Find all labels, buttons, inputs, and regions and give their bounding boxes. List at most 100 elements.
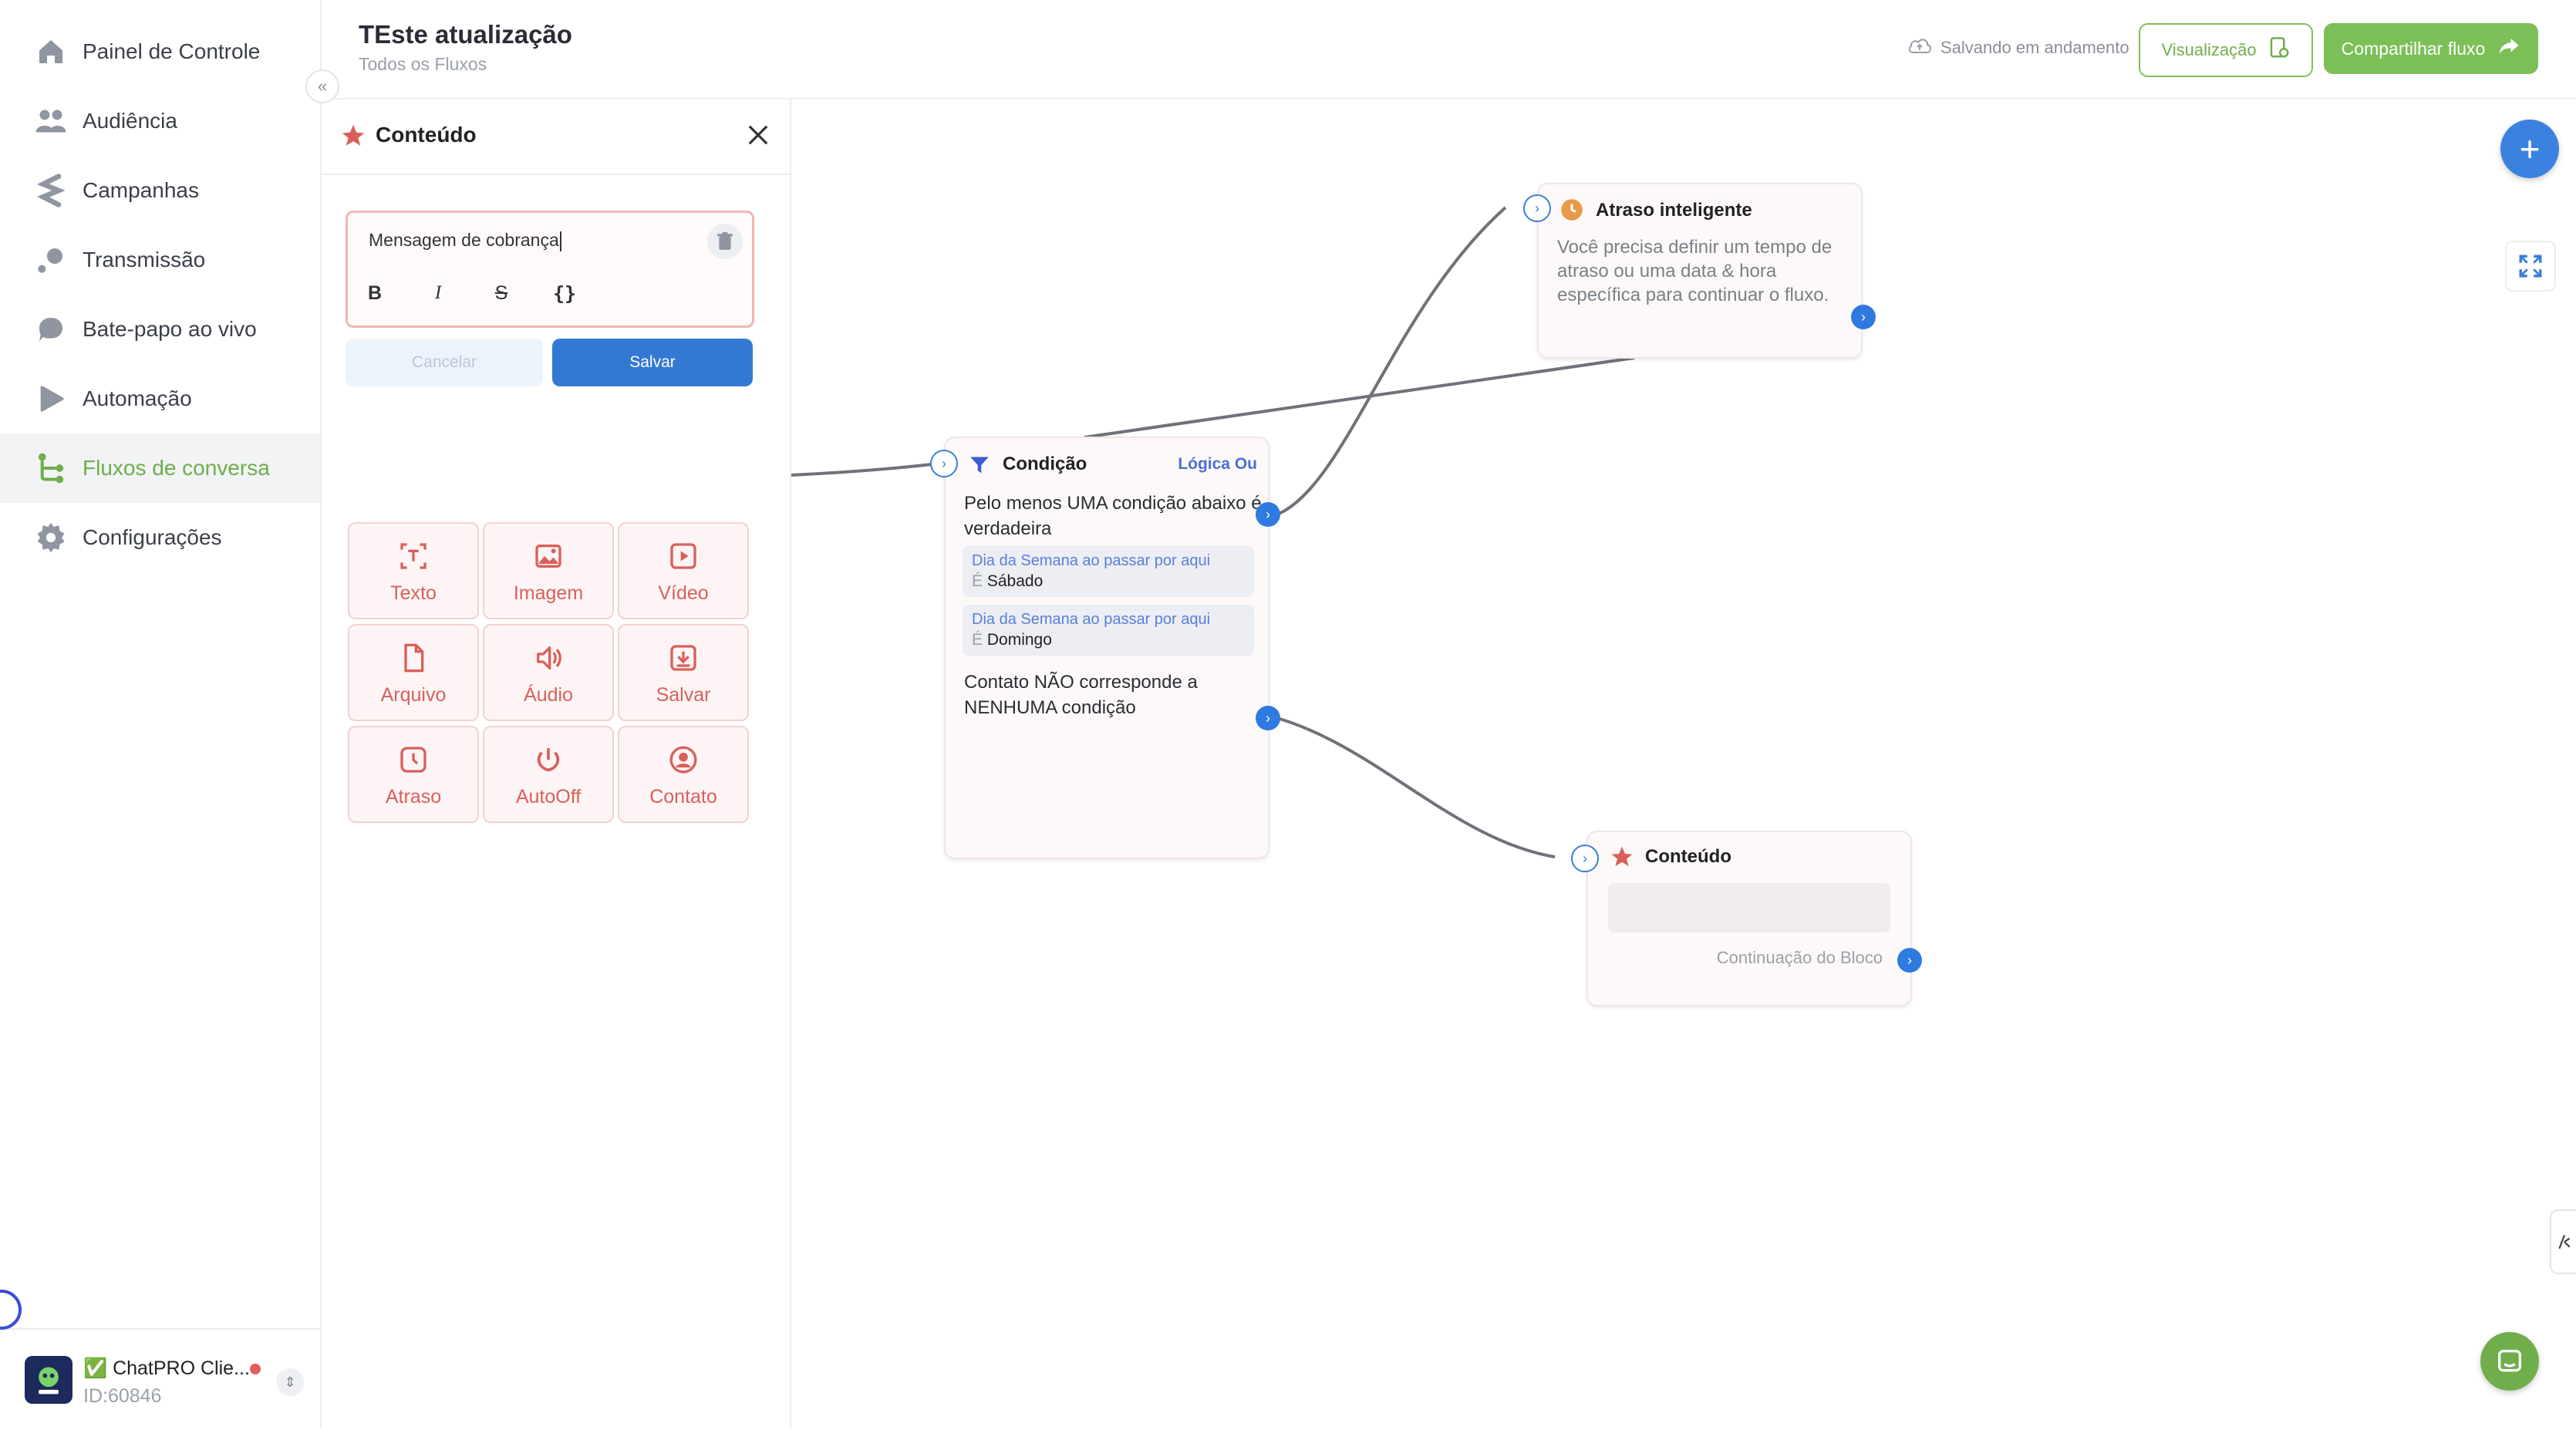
text-caret	[559, 231, 561, 251]
condition-node-title: Condição	[1003, 454, 1087, 474]
sidebar-item-label: Campanhas	[83, 178, 199, 202]
tile-contato[interactable]: Contato	[618, 726, 749, 823]
cancel-button[interactable]: Cancelar	[346, 339, 543, 386]
condition-field: Dia da Semana ao passar por aqui	[972, 611, 1211, 628]
tile-video[interactable]: Vídeo	[618, 522, 749, 619]
status-dot	[250, 1364, 261, 1374]
tile-arquivo[interactable]: Arquivo	[348, 624, 479, 721]
tile-label: Imagem	[513, 582, 584, 604]
flow-canvas[interactable]: Condição Lógica Ou Pelo menos UMA condiç…	[791, 99, 2576, 1428]
condition-rule[interactable]: Dia da Semana ao passar por aqui É Domin…	[963, 605, 1254, 656]
message-editor[interactable]: Mensagem de cobrança B I S {}	[346, 211, 754, 328]
sidebar-item-label: Audiência	[83, 109, 177, 133]
tile-label: Atraso	[385, 786, 442, 808]
users-icon	[34, 104, 68, 138]
panel-title: Conteúdo	[376, 123, 477, 147]
home-icon	[34, 35, 68, 69]
share-flow-button[interactable]: Compartilhar fluxo	[2324, 23, 2538, 74]
sidebar-item-campanhas[interactable]: Campanhas	[0, 156, 320, 225]
sidebar-item-painel-de-controle[interactable]: Painel de Controle	[0, 17, 320, 86]
text-icon	[349, 541, 477, 572]
sidebar-item-audiencia[interactable]: Audiência	[0, 86, 320, 156]
tile-atraso[interactable]: Atraso	[348, 726, 479, 823]
sidebar-item-configuracoes[interactable]: Configurações	[0, 503, 320, 572]
tile-audio[interactable]: Áudio	[483, 624, 614, 721]
tile-label: Texto	[390, 582, 437, 604]
delay-node-text: Você precisa definir um tempo de atraso …	[1557, 237, 1833, 305]
condition-operator: É	[972, 572, 983, 590]
delay-input-port[interactable]: ›	[1523, 194, 1551, 222]
play-icon	[34, 382, 68, 416]
condition-field: Dia da Semana ao passar por aqui	[972, 552, 1211, 569]
tile-salvar[interactable]: Salvar	[618, 624, 749, 721]
sidebar: Painel de Controle Audiência Campanhas T…	[0, 0, 322, 1428]
sidebar-item-fluxos-de-conversa[interactable]: Fluxos de conversa	[0, 433, 320, 503]
cloud-upload-icon	[1907, 35, 1933, 60]
edge-condition-false	[1276, 717, 1556, 858]
message-input[interactable]: Mensagem de cobrança	[369, 230, 561, 251]
content-node[interactable]: Conteúdo Continuação do Bloco	[1586, 831, 1912, 1007]
preview-button[interactable]: Visualização	[2139, 23, 2313, 77]
support-chat-button[interactable]	[2480, 1332, 2539, 1391]
condition-operator: É	[972, 631, 983, 649]
content-node-title: Conteúdo	[1645, 846, 1731, 867]
content-input-port[interactable]: ›	[1571, 845, 1599, 872]
sidebar-item-automacao[interactable]: Automação	[0, 364, 320, 433]
continuation-label: Continuação do Bloco	[1716, 948, 1883, 967]
variable-button[interactable]: {}	[553, 282, 576, 305]
close-icon[interactable]	[743, 120, 774, 150]
share-flow-label: Compartilhar fluxo	[2341, 38, 2486, 59]
broadcast-icon	[34, 243, 68, 277]
power-icon	[484, 744, 612, 775]
preview-button-label: Visualização	[2161, 40, 2257, 59]
campaign-icon	[34, 174, 68, 207]
sidebar-item-transmissao[interactable]: Transmissão	[0, 225, 320, 295]
side-panel-toggle-icon[interactable]	[2550, 1209, 2576, 1274]
clock-icon	[1560, 198, 1583, 225]
italic-button[interactable]: I	[427, 282, 450, 304]
content-preview-box[interactable]	[1608, 883, 1890, 933]
delay-node-title: Atraso inteligente	[1596, 200, 1752, 221]
trash-icon[interactable]	[707, 224, 743, 259]
delay-node[interactable]: Atraso inteligente Você precisa definir …	[1537, 183, 1863, 359]
video-icon	[619, 541, 747, 572]
chat-bubble-icon	[34, 312, 68, 346]
condition-false-port[interactable]: ›	[1256, 706, 1280, 730]
condition-input-port[interactable]: ›	[930, 450, 958, 477]
condition-value: É Domingo	[972, 631, 1052, 649]
logic-badge[interactable]: Lógica Ou	[1178, 455, 1257, 474]
top-header: TEste atualização Todos os Fluxos Salvan…	[322, 0, 2576, 99]
tile-autooff[interactable]: AutoOff	[483, 726, 614, 823]
tile-texto[interactable]: Texto	[348, 522, 479, 619]
condition-rule[interactable]: Dia da Semana ao passar por aqui É Sábad…	[963, 546, 1254, 597]
tile-label: Arquivo	[380, 684, 447, 706]
phone-preview-icon	[2267, 36, 2291, 64]
chevron-updown-icon[interactable]: ⇕	[276, 1368, 304, 1396]
sidebar-item-label: Painel de Controle	[83, 39, 261, 63]
add-block-button[interactable]: +	[2500, 120, 2559, 178]
fullscreen-icon[interactable]	[2505, 241, 2556, 292]
save-button[interactable]: Salvar	[552, 339, 753, 386]
account-switcher[interactable]: ✅ ChatPRO Clie... ID:60846 ⇕	[0, 1328, 320, 1430]
breadcrumb[interactable]: Todos os Fluxos	[359, 54, 487, 75]
tile-label: Áudio	[524, 684, 573, 706]
edge-condition-true	[1276, 206, 1507, 516]
sidebar-item-label: Transmissão	[83, 248, 206, 271]
condition-node[interactable]: Condição Lógica Ou Pelo menos UMA condiç…	[944, 437, 1269, 859]
sidebar-item-bate-papo[interactable]: Bate-papo ao vivo	[0, 295, 320, 364]
tile-label: Contato	[649, 786, 717, 808]
file-icon	[349, 642, 477, 673]
clock-icon	[349, 744, 477, 775]
condition-value-text: Domingo	[986, 631, 1052, 649]
bold-button[interactable]: B	[363, 282, 386, 305]
tile-imagem[interactable]: Imagem	[483, 522, 614, 619]
strikethrough-button[interactable]: S	[490, 282, 513, 305]
condition-true-port[interactable]: ›	[1256, 502, 1280, 527]
condition-true-text: Pelo menos UMA condição abaixo é verdade…	[964, 493, 1262, 539]
collapse-sidebar-icon[interactable]: «	[305, 69, 339, 103]
delay-output-port[interactable]: ›	[1851, 305, 1876, 329]
tile-label: Salvar	[656, 684, 711, 706]
content-output-port[interactable]: ›	[1897, 948, 1922, 973]
star-icon	[1610, 845, 1634, 873]
saving-status: Salvando em andamento	[1907, 35, 2129, 60]
